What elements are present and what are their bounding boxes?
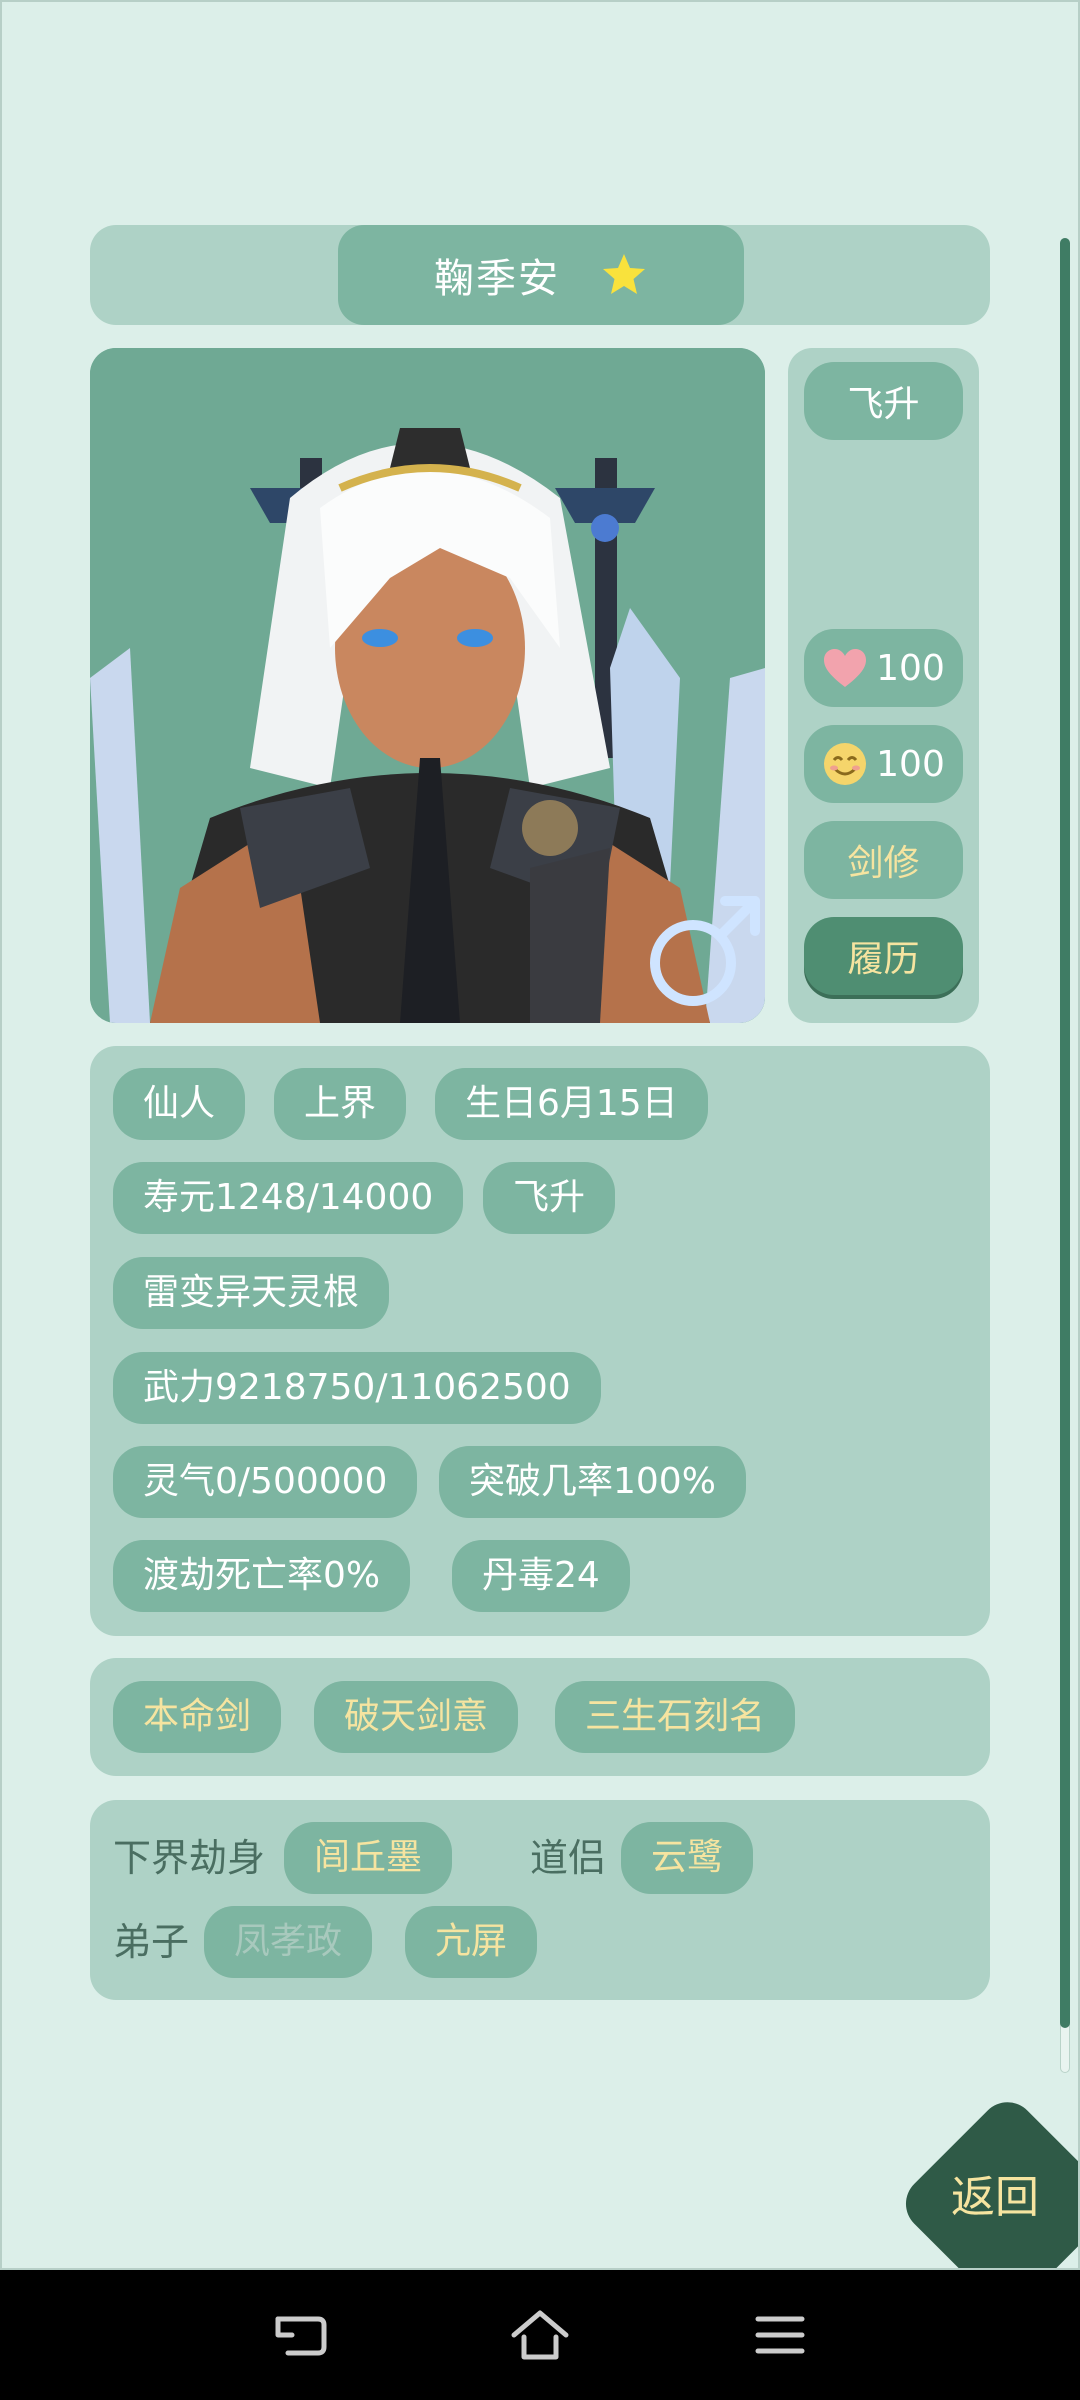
attribute-tag[interactable]: 飞升 <box>483 1162 616 1234</box>
attribute-tag[interactable]: 上界 <box>274 1068 407 1140</box>
back-label: 返回 <box>951 2172 1039 2223</box>
disciple-label: 弟子 <box>113 1920 190 1964</box>
attribute-tag[interactable]: 仙人 <box>113 1068 246 1140</box>
star-icon[interactable] <box>600 251 648 299</box>
character-name-pill[interactable]: 鞠季安 <box>338 225 744 325</box>
health-indicator[interactable]: 100 <box>804 629 963 707</box>
attribute-tag[interactable]: 灵气0/500000 <box>113 1446 418 1518</box>
class-button[interactable]: 剑修 <box>804 821 963 899</box>
title-bar: 鞠季安 <box>90 225 990 325</box>
lower-realm-label: 下界劫身 <box>113 1836 266 1880</box>
mood-indicator[interactable]: 100 <box>804 725 963 803</box>
disciple-tag[interactable]: 凤孝政 <box>204 1906 373 1978</box>
portrait-illustration <box>90 348 765 1023</box>
skills-panel: 本命剑 破天剑意 三生石刻名 <box>90 1658 990 1776</box>
class-label: 剑修 <box>847 843 920 884</box>
character-portrait <box>90 348 765 1023</box>
attribute-tag[interactable]: 渡劫死亡率0% <box>113 1540 411 1612</box>
skill-tag[interactable]: 三生石刻名 <box>555 1681 796 1753</box>
character-name: 鞠季安 <box>434 256 560 302</box>
scrollbar-thumb[interactable] <box>1060 238 1070 2028</box>
health-value: 100 <box>876 647 945 689</box>
mood-value: 100 <box>876 743 945 785</box>
status-side-panel: 飞升 100 100 剑修 履历 <box>788 348 979 1023</box>
skill-tag[interactable]: 破天剑意 <box>314 1681 519 1753</box>
disciple-tag[interactable]: 亢屏 <box>405 1906 538 1978</box>
partner-tag[interactable]: 云鹭 <box>621 1822 754 1894</box>
attribute-tag[interactable]: 雷变异天灵根 <box>113 1257 390 1329</box>
nav-back-icon[interactable] <box>270 2305 330 2365</box>
attribute-tag[interactable]: 武力9218750/11062500 <box>113 1352 601 1424</box>
attributes-panel: 仙人 上界 生日6月15日 寿元1248/14000 飞升 雷变异天灵根 武力9… <box>90 1046 990 1636</box>
relations-panel: 下界劫身 闾丘墨 道侣 云鹭 弟子 凤孝政 亢屏 <box>90 1800 990 2000</box>
nav-home-icon[interactable] <box>510 2305 570 2365</box>
attribute-tag[interactable]: 生日6月15日 <box>435 1068 708 1140</box>
attribute-tag[interactable]: 丹毒24 <box>452 1540 630 1612</box>
smile-face-icon <box>824 743 867 785</box>
lower-realm-tag[interactable]: 闾丘墨 <box>284 1822 453 1894</box>
attribute-tag[interactable]: 突破几率100% <box>439 1446 746 1518</box>
nav-menu-icon[interactable] <box>750 2305 810 2365</box>
history-button[interactable]: 履历 <box>804 917 963 995</box>
stage-button[interactable]: 飞升 <box>804 362 963 440</box>
stage-label: 飞升 <box>847 384 920 425</box>
history-label: 履历 <box>847 939 920 980</box>
heart-icon <box>824 649 867 687</box>
partner-label: 道侣 <box>530 1836 607 1880</box>
skill-tag[interactable]: 本命剑 <box>113 1681 282 1753</box>
character-screen: 鞠季安 飞升 100 100 剑修 履历 仙人 上界 生日6月15日 寿元124… <box>0 0 1080 2270</box>
attribute-tag[interactable]: 寿元1248/14000 <box>113 1162 464 1234</box>
